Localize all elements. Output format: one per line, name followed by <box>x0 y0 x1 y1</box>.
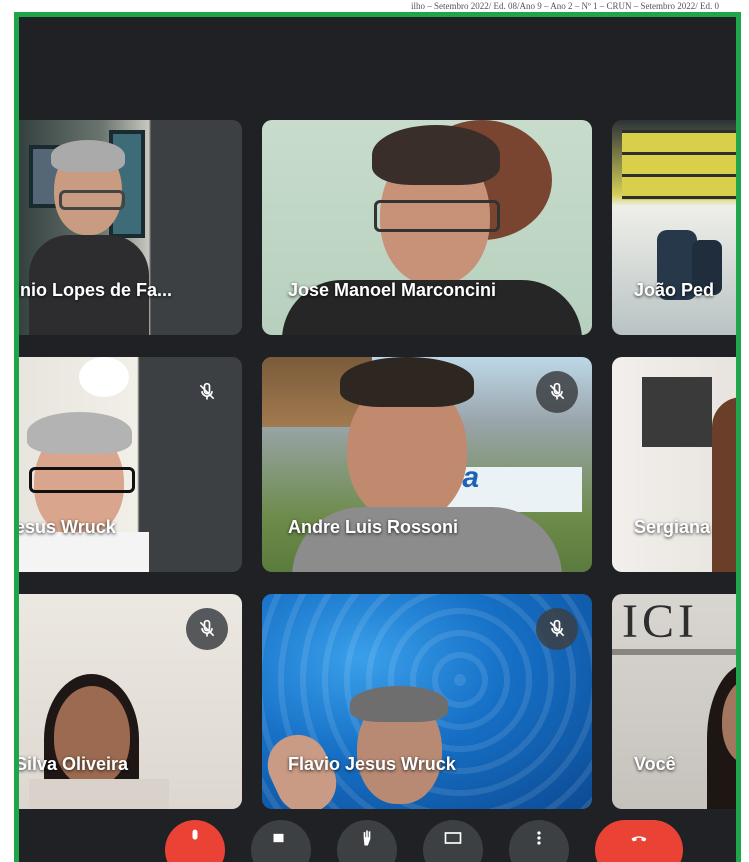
present-icon <box>444 832 462 844</box>
mic-off-icon <box>549 382 565 400</box>
more-options-button[interactable] <box>509 820 569 862</box>
participant-tile-8[interactable]: Flavio Jesus Wruck <box>262 594 592 809</box>
participant-tile-5[interactable]: pa Andre Luis Rossoni <box>262 357 592 572</box>
camera-icon <box>273 833 284 843</box>
mic-off-icon <box>199 619 215 637</box>
participant-tile-2[interactable]: Jose Manoel Marconcini <box>262 120 592 335</box>
participant-tile-9[interactable]: ICI Você <box>612 594 736 809</box>
participant-name: Sergiana <box>634 517 711 537</box>
camera-toggle-button[interactable] <box>251 820 311 862</box>
participant-video: ICI <box>612 594 736 809</box>
meeting-window: inio Lopes de Fa... Jose Manoel Marconci… <box>14 12 741 862</box>
participant-name: João Ped <box>634 280 715 300</box>
participant-name: Jose Manoel Marconcini <box>288 280 497 300</box>
participant-name: Silva Oliveira <box>15 754 129 774</box>
participant-video <box>262 120 592 335</box>
mic-muted-indicator <box>186 608 228 650</box>
call-controls-bar <box>19 817 736 862</box>
end-call-button[interactable] <box>595 820 683 862</box>
participant-tile-1[interactable]: inio Lopes de Fa... <box>15 120 242 335</box>
participant-tile-6[interactable]: Sergiana <box>612 357 736 572</box>
mic-toggle-button[interactable] <box>165 820 225 862</box>
participant-tile-3[interactable]: João Ped <box>612 120 736 335</box>
mic-muted-indicator <box>536 371 578 413</box>
wall-sign-text: ICI <box>622 595 698 648</box>
participant-video <box>612 357 736 572</box>
hand-icon <box>363 830 371 846</box>
participant-name: esus Wruck <box>15 517 116 537</box>
participant-name: Você <box>634 754 676 774</box>
present-screen-button[interactable] <box>423 820 483 862</box>
mic-muted-indicator <box>536 608 578 650</box>
participant-name: Flavio Jesus Wruck <box>288 754 456 774</box>
end-call-icon <box>631 836 647 842</box>
participant-video <box>19 120 242 335</box>
participant-tile-4[interactable]: esus Wruck <box>15 357 242 572</box>
mic-muted-indicator <box>186 371 228 413</box>
mic-off-icon <box>549 619 565 637</box>
more-icon <box>537 831 541 845</box>
participant-name: inio Lopes de Fa... <box>15 280 173 300</box>
mic-off-icon <box>192 829 198 840</box>
participant-name: Andre Luis Rossoni <box>288 517 459 537</box>
participant-tile-7[interactable]: Silva Oliveira <box>15 594 242 809</box>
mic-off-icon <box>199 382 215 400</box>
participant-video <box>612 120 736 335</box>
raise-hand-button[interactable] <box>337 820 397 862</box>
page-caption: ilho – Setembro 2022/ Ed. 08/Ano 9 – Ano… <box>410 1 719 11</box>
